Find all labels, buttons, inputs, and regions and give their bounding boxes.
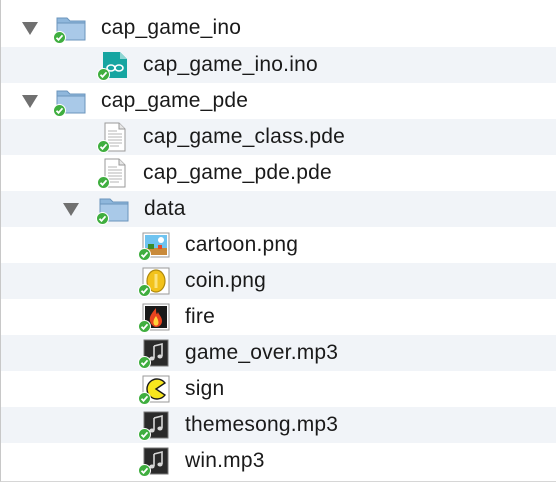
tree-row-themesong-mp3[interactable]: themesong.mp3 — [1, 407, 556, 443]
tree-row-cap-game-class-pde[interactable]: cap_game_class.pde — [1, 119, 556, 155]
fire-icon — [138, 302, 172, 333]
disclosure-triangle-expanded-icon[interactable] — [22, 95, 38, 108]
tree-item-label: cap_game_ino — [101, 16, 242, 39]
disclosure-triangle-expanded-icon[interactable] — [63, 203, 79, 216]
tree-item-label: data — [144, 197, 186, 220]
image-thumbnail-icon — [138, 230, 172, 261]
sync-check-icon — [97, 140, 110, 153]
file-tree: cap_game_ino cap_game_ino.ino cap_game_p… — [0, 0, 556, 482]
tree-row-cap-game-ino-file[interactable]: cap_game_ino.ino — [1, 47, 556, 83]
sync-check-icon — [53, 31, 66, 44]
folder-icon — [96, 194, 130, 225]
tree-item-label: cap_game_ino.ino — [143, 53, 318, 76]
tree-item-label: coin.png — [185, 269, 266, 292]
tree-item-label: game_over.mp3 — [185, 341, 339, 364]
sync-check-icon — [138, 320, 151, 333]
tree-row-cartoon-png[interactable]: cartoon.png — [1, 227, 556, 263]
music-note-icon — [138, 410, 172, 441]
sync-check-icon — [138, 248, 151, 261]
tree-row-cap-game-ino-folder[interactable]: cap_game_ino — [1, 10, 556, 46]
tree-row-fire[interactable]: fire — [1, 299, 556, 335]
sync-check-icon — [96, 212, 109, 225]
sync-check-icon — [138, 356, 151, 369]
tree-row-cap-game-pde-folder[interactable]: cap_game_pde — [1, 83, 556, 119]
music-note-icon — [138, 446, 172, 477]
arduino-file-icon — [97, 50, 131, 81]
tree-row-game-over-mp3[interactable]: game_over.mp3 — [1, 335, 556, 371]
tree-item-label: cap_game_pde.pde — [143, 161, 332, 184]
coin-thumbnail-icon — [138, 266, 172, 297]
music-note-icon — [138, 338, 172, 369]
sync-check-icon — [53, 104, 66, 117]
tree-item-label: cap_game_class.pde — [143, 125, 346, 148]
tree-item-label: win.mp3 — [185, 449, 265, 472]
tree-row-coin-png[interactable]: coin.png — [1, 263, 556, 299]
disclosure-triangle-expanded-icon[interactable] — [22, 22, 38, 35]
text-document-icon — [97, 122, 131, 153]
tree-row-sign[interactable]: sign — [1, 371, 556, 407]
text-document-icon — [97, 158, 131, 189]
tree-item-label: sign — [185, 377, 225, 400]
tree-item-label: themesong.mp3 — [185, 413, 339, 436]
folder-icon — [53, 13, 87, 44]
sync-check-icon — [138, 428, 151, 441]
sync-check-icon — [138, 284, 151, 297]
tree-item-label: fire — [185, 305, 215, 328]
sync-check-icon — [138, 464, 151, 477]
sync-check-icon — [138, 392, 151, 405]
sync-check-icon — [97, 68, 110, 81]
tree-item-label: cap_game_pde — [101, 89, 249, 112]
tree-row-data-folder[interactable]: data — [1, 191, 556, 227]
sync-check-icon — [97, 176, 110, 189]
folder-icon — [53, 86, 87, 117]
tree-row-win-mp3[interactable]: win.mp3 — [1, 443, 556, 477]
pacman-icon — [138, 374, 172, 405]
tree-item-label: cartoon.png — [185, 233, 299, 256]
tree-row-cap-game-pde-pde[interactable]: cap_game_pde.pde — [1, 155, 556, 191]
